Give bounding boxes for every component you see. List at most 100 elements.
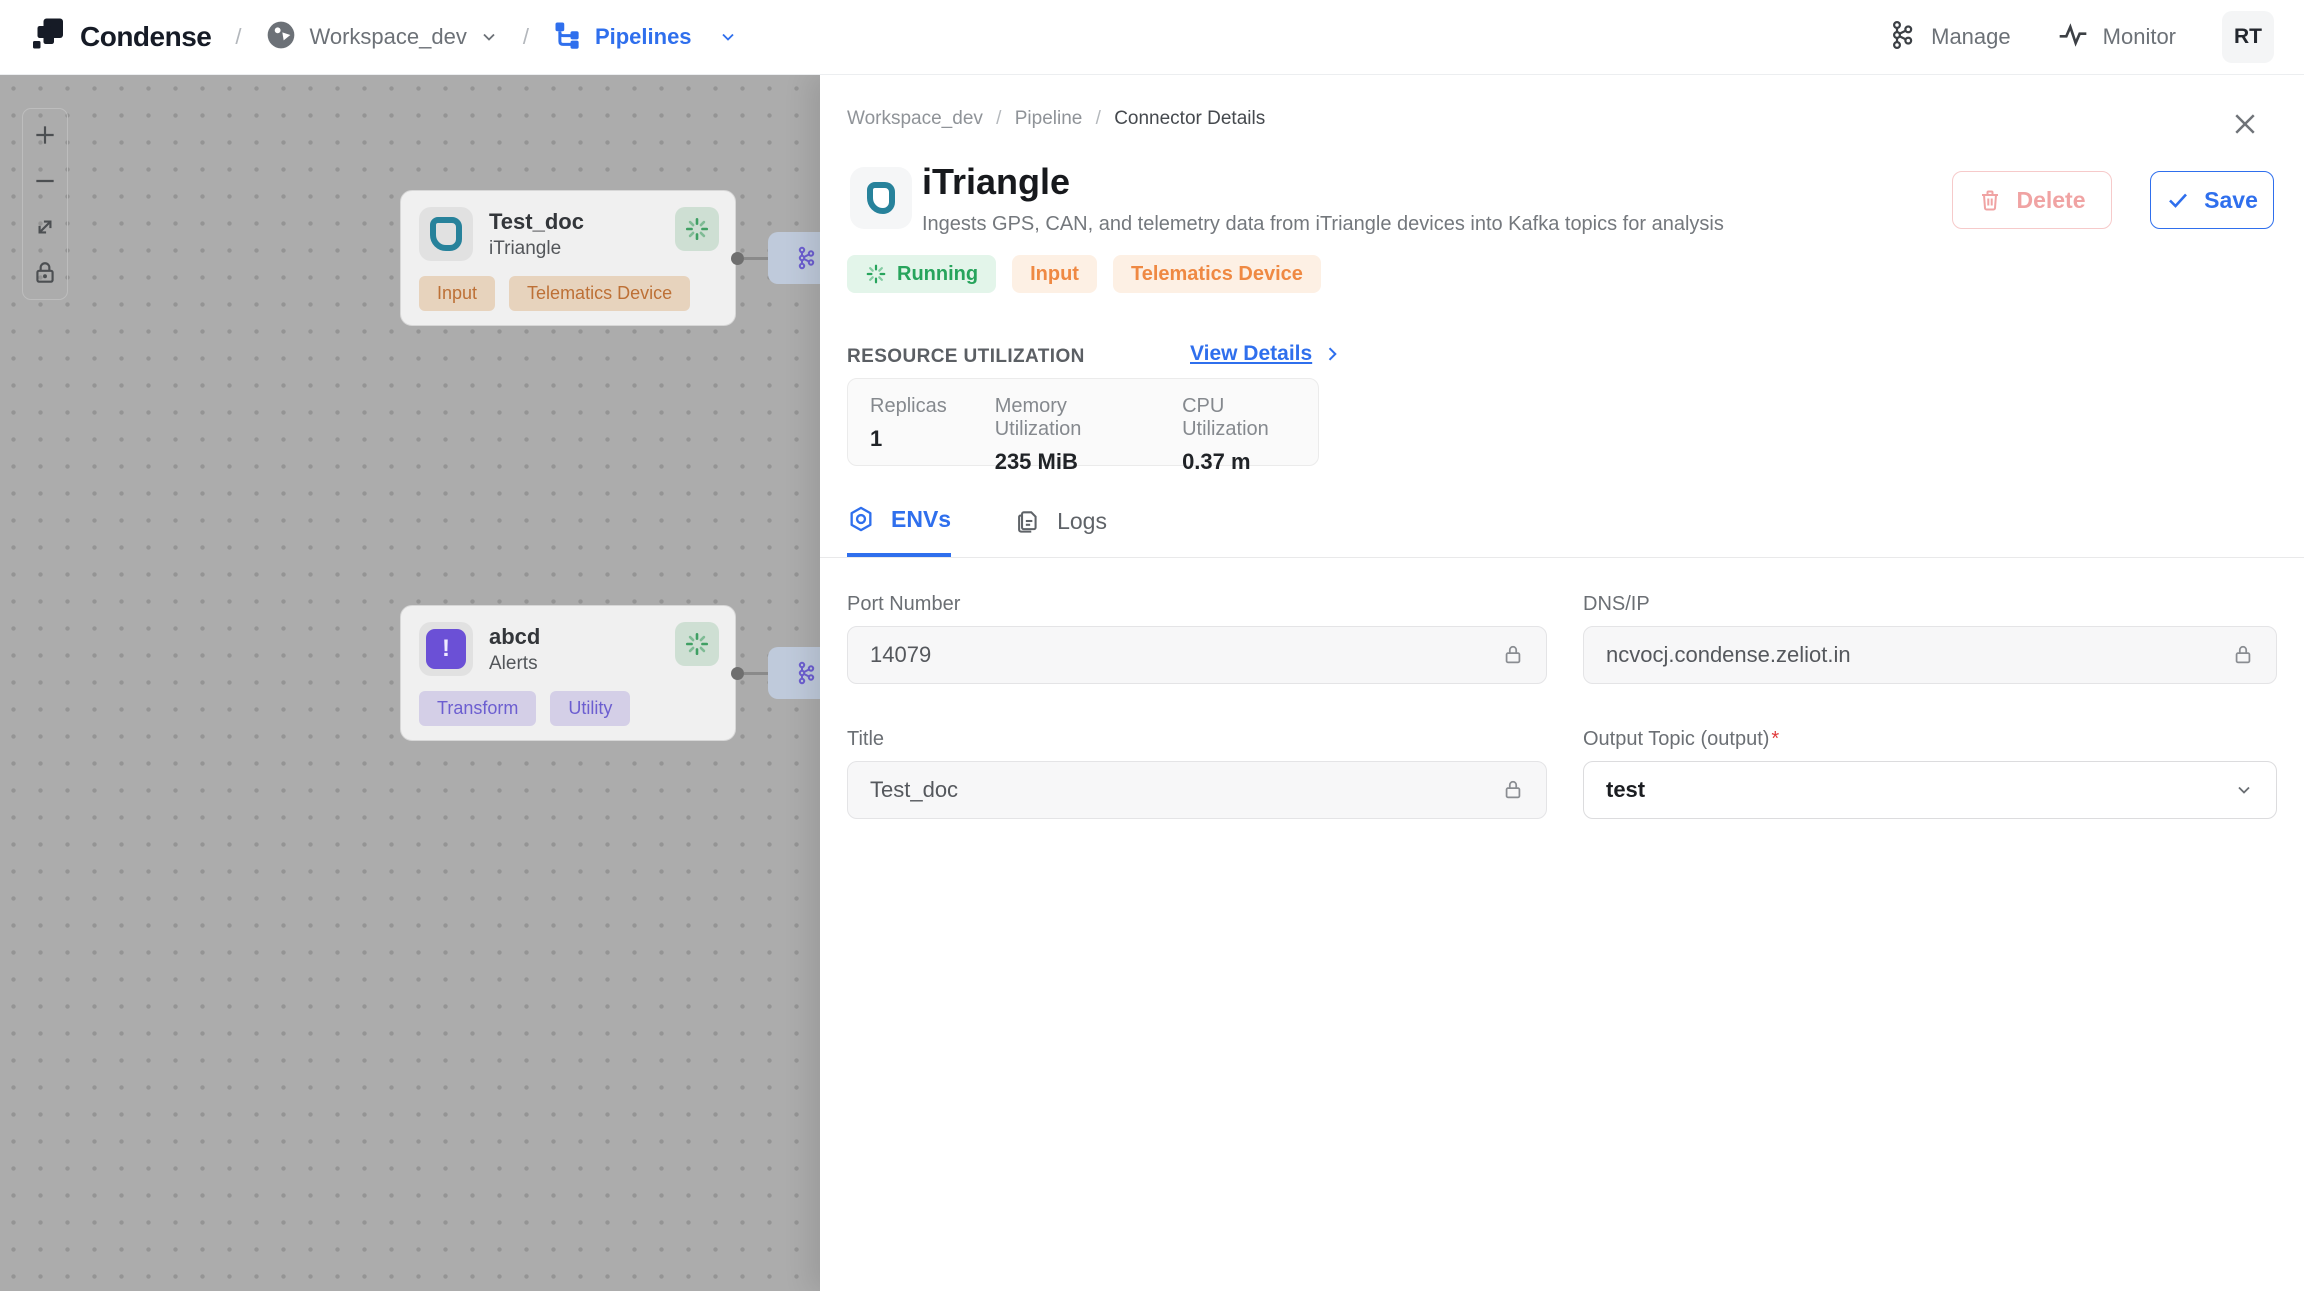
edge-test-topic[interactable]: test [731, 232, 820, 284]
itriangle-node-icon [419, 207, 473, 261]
alerts-node-icon: ! [419, 622, 473, 676]
tab-envs[interactable]: ENVs [847, 505, 952, 557]
node-tag: Transform [419, 691, 537, 726]
connector-logo-icon [850, 167, 912, 229]
edge-line [744, 256, 768, 260]
node-tag: Telematics Device [509, 276, 691, 311]
close-icon [2235, 114, 2255, 134]
edge-handle[interactable] [731, 251, 744, 265]
monitor-pulse-icon [2057, 19, 2089, 56]
pipelines-icon [553, 20, 583, 55]
node-subtitle: Alerts [489, 652, 538, 674]
node-test-doc[interactable]: Test_doc iTriangle Input Telematics Devi… [400, 190, 736, 326]
manage-kafka-icon [1887, 20, 1917, 55]
workspace-label: Workspace_dev [309, 24, 467, 49]
zoom-out-button[interactable] [27, 163, 63, 199]
field-label: DNS/IP [1583, 593, 1650, 615]
app-root: Condense / Workspace_dev / Pipelines Man… [0, 0, 2304, 1291]
breadcrumb: Workspace_dev / Pipeline / Connector Det… [847, 108, 1266, 129]
edge-line [744, 671, 768, 675]
brand-name: Condense [80, 21, 212, 52]
category-badge: Input [1012, 255, 1097, 293]
fit-view-button[interactable] [27, 209, 63, 245]
panel-tabs: ENVs Logs [847, 505, 1107, 557]
workspace-chevron-down-icon [483, 33, 495, 41]
kafka-topic-icon [798, 661, 815, 685]
manage-label: Manage [1931, 24, 2011, 49]
node-tag: Input [419, 276, 496, 311]
dns-ip-field: DNS/IP [1583, 593, 2277, 684]
chevron-right-icon [1328, 347, 1337, 361]
lock-icon [1505, 780, 1521, 799]
monitor-menu[interactable]: Monitor [2057, 19, 2176, 56]
status-badge: Running [847, 255, 997, 293]
tab-logs[interactable]: Logs [1015, 505, 1107, 557]
required-asterisk: * [1771, 728, 1780, 750]
logs-document-icon [1018, 511, 1037, 533]
zoom-in-button[interactable] [27, 117, 63, 153]
topic-chip[interactable]: test [768, 647, 820, 699]
workspace-switcher[interactable]: Workspace_dev [265, 19, 498, 56]
topic-chip[interactable]: test [768, 232, 820, 284]
breadcrumb-workspace[interactable]: Workspace_dev [847, 108, 983, 129]
node-subtitle: iTriangle [489, 237, 562, 259]
port-number-field: Port Number [847, 593, 1547, 684]
pipeline-canvas[interactable]: Test_doc iTriangle Input Telematics Devi… [0, 75, 820, 1291]
selected-topic: test [1606, 777, 1646, 802]
node-title: Test_doc [489, 208, 584, 234]
pipelines-label: Pipelines [594, 24, 692, 49]
node-tag: Utility [550, 691, 631, 726]
trash-icon [1982, 190, 1999, 211]
chevron-down-icon [2238, 786, 2250, 794]
save-button[interactable]: Save [2150, 171, 2274, 229]
pipelines-chevron-down-icon [721, 33, 734, 41]
field-label: Title [847, 728, 885, 750]
breadcrumb-connector-details: Connector Details [1114, 108, 1266, 129]
replicas-stat: Replicas 1 [870, 395, 947, 451]
badges-row: Running Input Telematics Device [847, 255, 1321, 293]
node-abcd[interactable]: ! abcd Alerts Transform Utility [400, 605, 736, 741]
nav-separator: / [522, 24, 529, 49]
lock-canvas-button[interactable] [27, 255, 63, 291]
resource-utilization-card: Replicas 1 Memory Utilization 235 MiB CP… [847, 378, 1319, 474]
connector-details-panel: Workspace_dev / Pipeline / Connector Det… [820, 75, 2304, 1291]
lock-icon [2235, 645, 2251, 664]
env-hexagon-icon [850, 506, 872, 532]
nav-right: Manage Monitor RT [1887, 11, 2274, 63]
category-badge: Telematics Device [1112, 255, 1321, 293]
manage-menu[interactable]: Manage [1887, 20, 2011, 55]
connector-description: Ingests GPS, CAN, and telemetry data fro… [922, 213, 1724, 235]
node-running-spinner-icon [675, 207, 719, 251]
edge-handle[interactable] [731, 666, 744, 680]
memory-stat: Memory Utilization 235 MiB [994, 395, 1082, 474]
kafka-topic-icon [798, 246, 815, 270]
panel-actions: Delete Save [1952, 171, 2274, 229]
edge-test-topic[interactable]: test [731, 647, 820, 699]
output-topic-field: Output Topic (output) * test [1583, 728, 2277, 819]
output-topic-select[interactable]: test [1583, 761, 2277, 819]
brand[interactable]: Condense [30, 17, 212, 58]
monitor-label: Monitor [2102, 24, 2176, 49]
user-avatar[interactable]: RT [2222, 11, 2274, 63]
node-title: abcd [489, 623, 541, 649]
breadcrumb-pipeline[interactable]: Pipeline [1015, 108, 1083, 129]
pipelines-switcher[interactable]: Pipelines [553, 20, 738, 55]
workspace-icon [265, 19, 297, 56]
top-nav: Condense / Workspace_dev / Pipelines Man… [0, 0, 2304, 75]
canvas-toolbar [22, 108, 68, 300]
check-icon [2169, 193, 2188, 208]
dns-ip-input[interactable] [1606, 642, 2232, 668]
close-panel-button[interactable] [2228, 107, 2262, 141]
cpu-stat: CPU Utilization 0.37 m [1182, 395, 1269, 474]
delete-button[interactable]: Delete [1952, 171, 2112, 229]
lock-icon [1505, 645, 1521, 664]
port-number-input[interactable] [870, 642, 1502, 668]
nav-separator: / [235, 24, 242, 49]
field-label: Output Topic (output) * [1583, 728, 1780, 750]
field-label: Port Number [847, 593, 961, 615]
view-details-link[interactable]: View Details [1190, 342, 1342, 366]
connector-title: iTriangle [922, 161, 1071, 202]
node-running-spinner-icon [675, 622, 719, 666]
title-input[interactable] [870, 777, 1502, 803]
condense-logo-icon [30, 17, 66, 58]
